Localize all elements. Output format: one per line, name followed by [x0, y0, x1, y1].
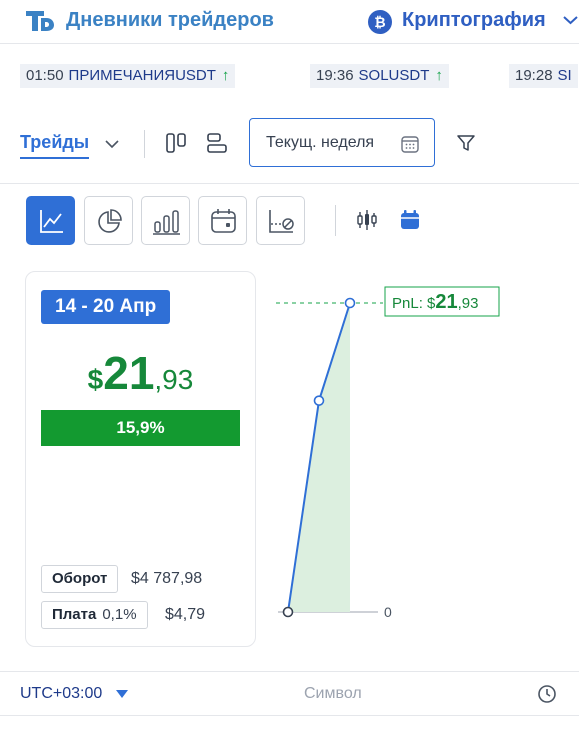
pnl-integer: 21: [103, 347, 155, 399]
bar-chart-icon: [153, 210, 180, 235]
bar-chart-button[interactable]: [141, 196, 190, 245]
symbol-column-header[interactable]: Символ: [304, 685, 362, 703]
columns-layout-icon[interactable]: [164, 131, 188, 155]
fee-percent: 0,1%: [102, 606, 137, 623]
logo-icon[interactable]: [24, 9, 56, 33]
rows-layout-icon[interactable]: [205, 131, 229, 155]
chevron-down-icon[interactable]: [562, 13, 579, 27]
footer-bar: UTC+03:00 Символ: [0, 671, 579, 716]
pnl-point: [313, 395, 325, 406]
pnl-point: [282, 606, 294, 618]
arrow-up-icon: ↑: [221, 67, 230, 84]
recent-trades-ticker: 01:50 ПРИМЕЧАНИЯUSDT ↑ 19:36 SOLUSDT ↑ 19:28…: [0, 44, 579, 104]
ticker-item[interactable]: 19:36 SOLUSDT ↑: [310, 64, 449, 88]
ticker-item[interactable]: 01:50 ПРИМЕЧАНИЯUSDT ↑: [20, 64, 236, 88]
ticker-time: 19:28: [515, 67, 553, 84]
app-header: Дневники трейдеров ₿ Криптография: [0, 0, 579, 44]
ticker-symbol: SOLUSDT: [358, 67, 430, 84]
fee-value: $4,79: [165, 606, 206, 623]
ticker-symbol: SI: [557, 67, 572, 84]
pnl-tooltip-text: PnL: $21,93: [392, 291, 478, 313]
ticker-item[interactable]: 19:28 SI: [509, 64, 578, 88]
chevron-down-icon[interactable]: [104, 138, 120, 150]
pnl-point: [344, 297, 356, 309]
calendar-icon: [401, 136, 419, 153]
week-summary-card: 14 - 20 Апр $21,93 15,9% Оборот $4 787,9…: [25, 271, 256, 647]
line-chart-icon: [40, 210, 63, 233]
caret-down-icon[interactable]: [115, 689, 129, 699]
calendar-chart-icon: [211, 209, 236, 233]
clock-icon[interactable]: [537, 684, 557, 704]
trend-stop-icon: [269, 210, 294, 233]
pnl-area: [288, 303, 350, 612]
pnl-decimal: ,93: [154, 364, 194, 395]
trend-stop-button[interactable]: [256, 196, 305, 245]
calendar-filled-icon[interactable]: [399, 209, 421, 231]
pnl-value: $21,93: [26, 346, 255, 400]
candlestick-icon[interactable]: [356, 208, 378, 232]
bitcoin-icon[interactable]: ₿: [368, 10, 392, 34]
calendar-chart-button[interactable]: [198, 196, 247, 245]
ticker-time: 01:50: [26, 67, 64, 84]
date-range-selector[interactable]: Текущ. неделя: [249, 118, 435, 167]
category-selector[interactable]: Криптография: [402, 9, 546, 32]
date-range-label: Текущ. неделя: [266, 134, 375, 151]
filter-icon[interactable]: [455, 132, 477, 154]
timezone-selector[interactable]: UTC+03:00: [20, 685, 102, 703]
fee-label: Плата 0,1%: [41, 601, 148, 629]
week-range-badge: 14 - 20 Апр: [41, 290, 171, 324]
divider: [144, 130, 145, 158]
pie-chart-icon: [98, 209, 122, 233]
tab-trades[interactable]: Трейды: [20, 132, 90, 159]
pnl-currency: $: [87, 364, 104, 395]
pnl-chart: 0 PnL: $21,93: [276, 286, 500, 620]
ticker-time: 19:36: [316, 67, 354, 84]
zero-tick-label: 0: [384, 604, 392, 620]
pie-chart-button[interactable]: [84, 196, 133, 245]
brand-name[interactable]: Дневники трейдеров: [66, 9, 274, 32]
fee-label-text: Плата: [52, 606, 97, 623]
line-chart-button[interactable]: [26, 196, 75, 245]
toolbar: Трейды Текущ. неделя: [0, 104, 579, 184]
divider: [335, 205, 336, 236]
arrow-up-icon: ↑: [435, 67, 443, 84]
turnover-value: $4 787,98: [131, 570, 203, 587]
turnover-label: Оборот: [41, 565, 119, 593]
pnl-percent-bar: 15,9%: [41, 410, 240, 446]
ticker-symbol: ПРИМЕЧАНИЯUSDT: [68, 67, 216, 84]
